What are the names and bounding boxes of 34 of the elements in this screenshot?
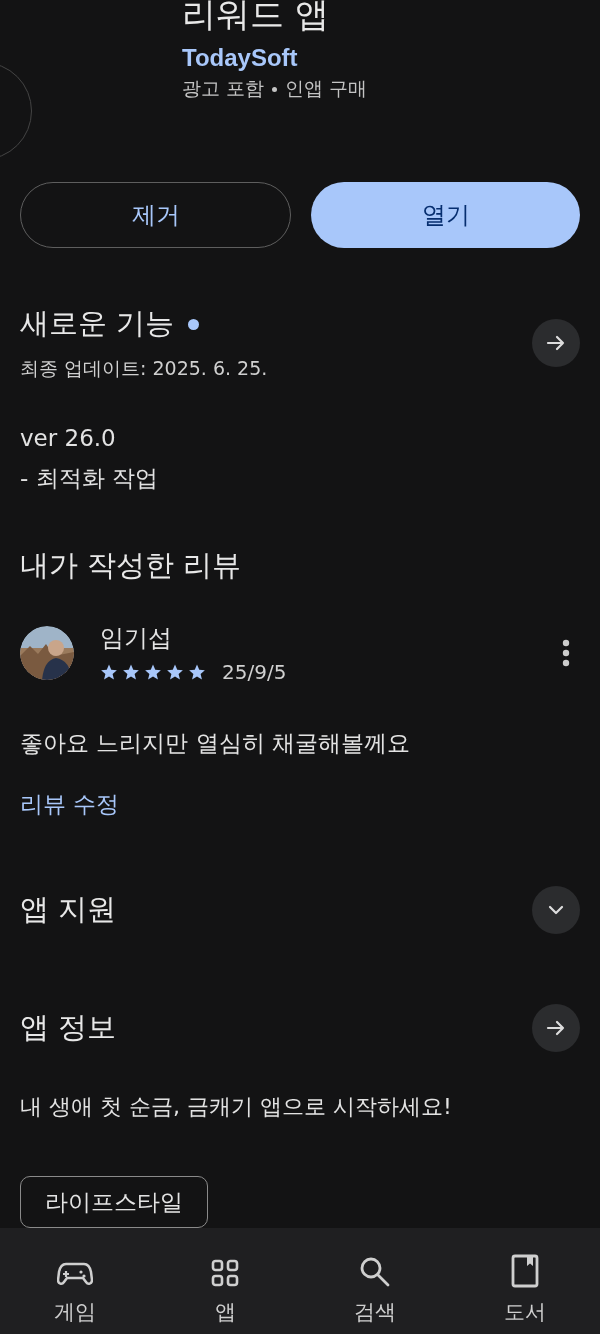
arrow-button[interactable]	[532, 1004, 580, 1052]
arrow-button[interactable]	[532, 319, 580, 367]
meta-label: 인앱 구매	[285, 76, 368, 101]
star-icon	[144, 663, 162, 681]
search-icon	[359, 1256, 391, 1288]
nav-tab[interactable]: 앱	[150, 1228, 300, 1334]
apps-grid-icon	[210, 1258, 240, 1288]
gamepad-icon	[57, 1260, 93, 1288]
nav-tab[interactable]: 검색	[300, 1228, 450, 1334]
app-title: 리워드 앱	[182, 0, 330, 34]
open-button[interactable]: 열기	[311, 182, 580, 248]
section-title: 앱 정보	[20, 1009, 117, 1046]
release-note: - 최적화 작업	[20, 464, 159, 493]
review-text: 좋아요 느리지만 열심히 채굴해볼께요	[20, 729, 411, 758]
release-note: ver 26.0	[20, 424, 117, 453]
review-date: 25/9/5	[222, 660, 287, 684]
section-title: 내가 작성한 리뷰	[20, 547, 243, 584]
avatar	[20, 626, 74, 680]
update-date: 최종 업데이트: 2025. 6. 25.	[20, 356, 268, 381]
app-description: 내 생애 첫 순금, 금캐기 앱으로 시작하세요!	[20, 1093, 453, 1121]
nav-tab[interactable]: 도서	[450, 1228, 600, 1334]
star-icon	[100, 663, 118, 681]
meta-label: 광고 포함	[182, 76, 265, 101]
developer-link[interactable]: TodaySoft	[182, 44, 368, 72]
star-icon	[188, 663, 206, 681]
reviewer-name: 임기섭	[100, 623, 173, 654]
section-title: 앱 지원	[20, 891, 117, 928]
separator-dot-icon	[272, 86, 278, 92]
section-title: 새로운 기능	[20, 305, 175, 342]
star-icon	[166, 663, 184, 681]
book-icon	[511, 1254, 539, 1288]
edit-review-link[interactable]: 리뷰 수정	[20, 789, 120, 820]
star-icon	[122, 663, 140, 681]
nav-tab[interactable]: 게임	[0, 1228, 150, 1334]
